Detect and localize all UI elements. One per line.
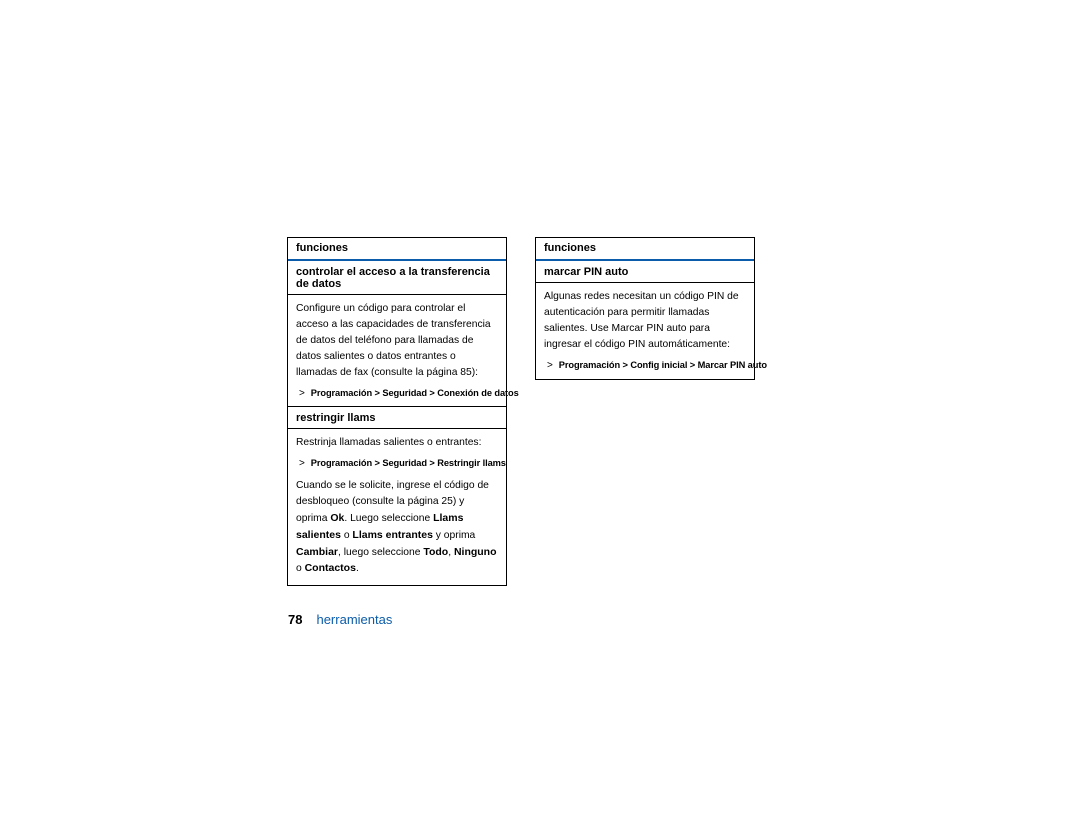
path-text: Programación > Config inicial > Marcar P… xyxy=(559,360,767,370)
path-text: Programación > Seguridad > Restringir ll… xyxy=(311,458,506,468)
body-text: Restrinja llamadas salientes o entrantes… xyxy=(288,429,506,455)
chevron-right-icon: > xyxy=(299,458,305,469)
menu-path: > Programación > Config inicial > Marcar… xyxy=(536,357,754,379)
right-column: funciones marcar PIN auto Algunas redes … xyxy=(535,237,755,380)
table-header: funciones xyxy=(536,238,754,261)
menu-path: > Programación > Seguridad > Restringir … xyxy=(288,455,506,476)
body-text: Configure un código para controlar el ac… xyxy=(288,295,506,385)
body-text: Cuando se le solicite, ingrese el código… xyxy=(288,476,506,586)
left-column: funciones controlar el acceso a la trans… xyxy=(287,237,507,586)
page-footer: 78 herramientas xyxy=(288,612,392,627)
table-header: funciones xyxy=(288,238,506,261)
section-title: marcar PIN auto xyxy=(536,261,754,283)
body-text: Algunas redes necesitan un código PIN de… xyxy=(536,283,754,357)
section-title: restringir llams xyxy=(288,407,506,429)
menu-path: > Programación > Seguridad > Conexión de… xyxy=(288,385,506,407)
section-name: herramientas xyxy=(316,612,392,627)
section-title: controlar el acceso a la transferencia d… xyxy=(288,261,506,295)
chevron-right-icon: > xyxy=(547,360,553,371)
path-text: Programación > Seguridad > Conexión de d… xyxy=(311,388,519,398)
page-number: 78 xyxy=(288,612,302,627)
chevron-right-icon: > xyxy=(299,388,305,399)
